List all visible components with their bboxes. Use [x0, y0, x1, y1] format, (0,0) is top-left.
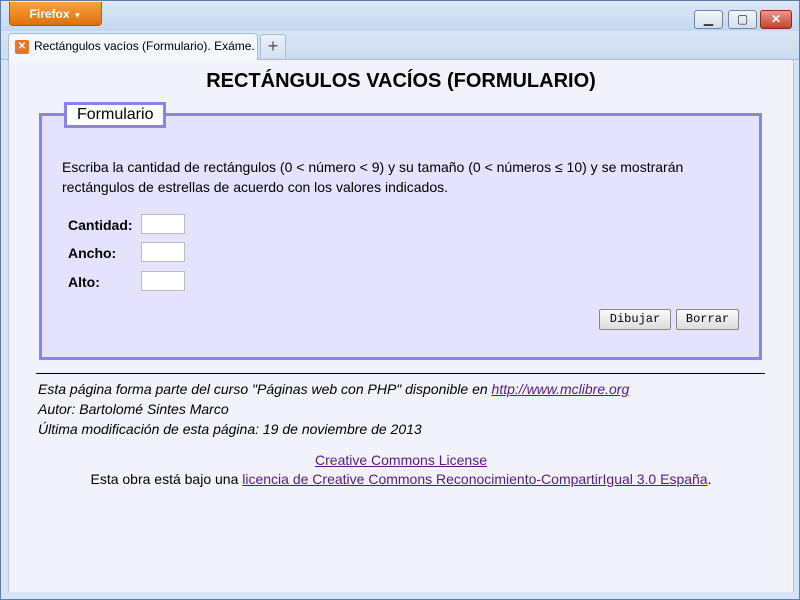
license-statement: Esta obra está bajo una licencia de Crea…	[9, 470, 793, 489]
minimize-button[interactable]: ▁	[694, 10, 723, 29]
maximize-button[interactable]: ▢	[728, 10, 757, 29]
form-description: Escriba la cantidad de rectángulos (0 < …	[62, 159, 684, 195]
footer-course-line: Esta página forma parte del curso "Págin…	[38, 379, 629, 399]
title-bar: Firefox ▼ ▁ ▢ ✕	[1, 1, 799, 31]
chevron-down-icon: ▼	[73, 11, 82, 20]
license-link[interactable]: licencia de Creative Commons Reconocimie…	[242, 471, 707, 487]
firefox-menu-label: Firefox	[29, 7, 70, 21]
page-content: RECTÁNGULOS VACÍOS (FORMULARIO) Formular…	[8, 60, 794, 592]
footer-author: Autor: Bartolomé Sintes Marco	[38, 401, 229, 417]
license-prefix: Esta obra está bajo una	[90, 471, 243, 487]
footer-info: Esta página forma parte del curso "Págin…	[38, 379, 629, 439]
footer-modified: Última modificación de esta página: 19 d…	[38, 421, 422, 437]
firefox-menu-button[interactable]: Firefox ▼	[9, 2, 102, 26]
tab-title: Rectángulos vacíos (Formulario). Exáme..…	[34, 39, 256, 53]
footer-divider	[36, 373, 765, 374]
mclibre-link[interactable]: http://www.mclibre.org	[492, 381, 630, 397]
cantidad-input[interactable]	[141, 214, 185, 234]
footer-course-text: Esta página forma parte del curso "Págin…	[38, 381, 492, 397]
clear-button[interactable]: Borrar	[676, 309, 739, 330]
alto-input[interactable]	[141, 271, 185, 291]
alto-label: Alto:	[68, 274, 100, 290]
cantidad-label: Cantidad:	[68, 217, 133, 233]
favicon-icon: ✕	[15, 40, 29, 54]
ancho-label: Ancho:	[68, 245, 117, 261]
tab-strip: ✕ Rectángulos vacíos (Formulario). Exáme…	[1, 31, 799, 60]
new-tab-button[interactable]: +	[260, 34, 286, 58]
fieldset-legend: Formulario	[64, 102, 167, 128]
form-fieldset: Formulario Escriba la cantidad de rectán…	[39, 102, 762, 360]
draw-button[interactable]: Dibujar	[599, 309, 671, 330]
cc-license-line: Creative Commons License	[9, 451, 793, 470]
cc-license-link[interactable]: Creative Commons License	[315, 452, 487, 468]
page-title: RECTÁNGULOS VACÍOS (FORMULARIO)	[206, 70, 596, 92]
browser-tab[interactable]: ✕ Rectángulos vacíos (Formulario). Exáme…	[8, 33, 258, 60]
ancho-input[interactable]	[141, 242, 185, 262]
close-button[interactable]: ✕	[760, 10, 792, 29]
browser-window: Firefox ▼ ▁ ▢ ✕ ✕ Rectángulos vacíos (For…	[0, 0, 800, 600]
license-suffix: .	[707, 471, 712, 487]
